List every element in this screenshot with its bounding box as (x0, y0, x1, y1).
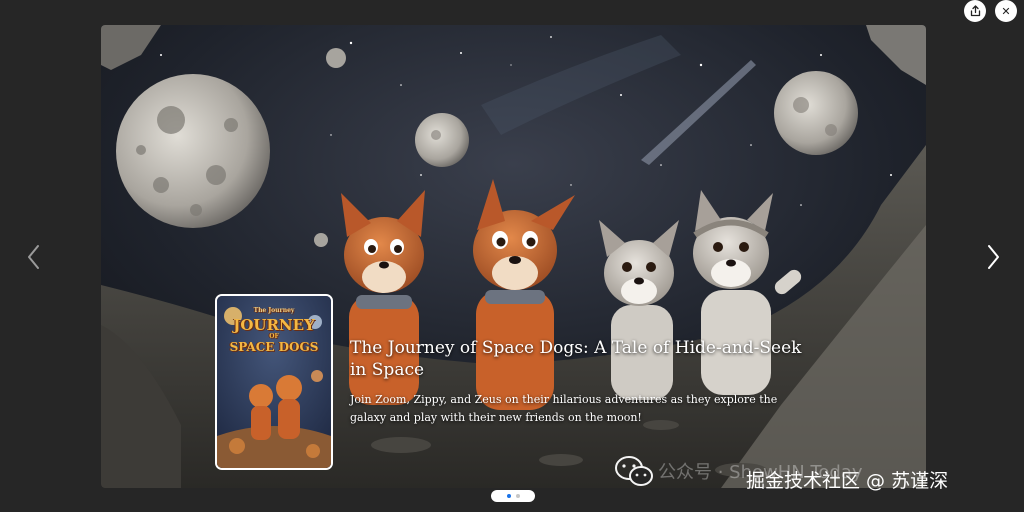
previous-slide-button[interactable] (22, 242, 46, 272)
wechat-icon (615, 456, 653, 486)
watermark-site: 掘金技术社区 @ 苏谨深 (746, 470, 949, 492)
pager-dot-2[interactable] (515, 494, 520, 498)
share-icon (970, 5, 980, 17)
close-button[interactable]: ✕ (995, 0, 1017, 22)
chevron-right-icon (988, 245, 999, 269)
slide-pager (491, 490, 535, 502)
next-slide-button[interactable] (981, 242, 1005, 272)
slide-title: The Journey of Space Dogs: A Tale of Hid… (350, 338, 802, 380)
book-cover-thumbnail[interactable]: The Journey JOURNEY OF SPACE DOGS (215, 294, 333, 470)
cover-title-space-dogs: SPACE DOGS (229, 340, 319, 354)
pager-dot-1[interactable] (506, 494, 511, 498)
share-button[interactable] (964, 0, 986, 22)
close-icon: ✕ (1001, 5, 1011, 18)
slide-caption: The Journey of Space Dogs: A Tale of Hid… (350, 337, 810, 427)
cover-title-small: The Journey (253, 307, 295, 314)
slide-description: Join Zoom, Zippy, and Zeus on their hila… (350, 393, 778, 424)
cover-title-journey: JOURNEY (233, 316, 315, 334)
chevron-left-icon (28, 245, 39, 269)
slide-image: The Journey JOURNEY OF SPACE DOGS The Jo… (101, 25, 926, 488)
image-viewer: ✕ The Journey JOURNEY OF SPACE DOGS The … (0, 0, 1024, 512)
